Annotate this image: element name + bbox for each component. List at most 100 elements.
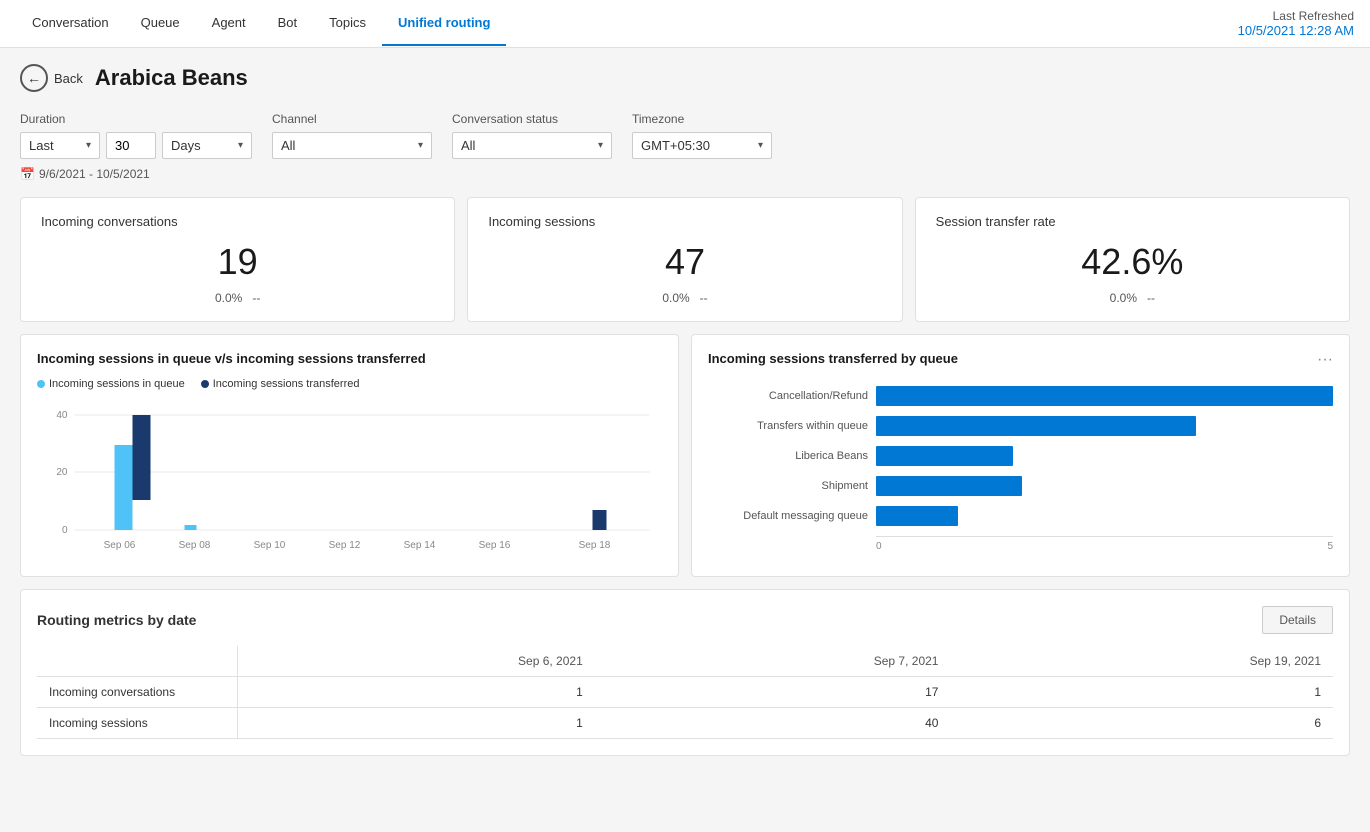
timezone-label: Timezone — [632, 112, 772, 126]
tab-conversation[interactable]: Conversation — [16, 1, 125, 46]
nav-tabs: Conversation Queue Agent Bot Topics Unif… — [16, 1, 506, 46]
tab-bot[interactable]: Bot — [262, 1, 314, 46]
duration-filter: Duration Last ▾ Days ▾ — [20, 112, 252, 159]
hbar-axis-0: 0 — [876, 541, 882, 552]
svg-text:Sep 10: Sep 10 — [254, 540, 286, 551]
legend-label-transferred: Incoming sessions transferred — [213, 378, 360, 390]
last-refreshed-section: Last Refreshed 10/5/2021 12:28 AM — [1238, 9, 1354, 38]
tab-queue[interactable]: Queue — [125, 1, 196, 46]
metric-pct: 0.0% — [662, 291, 689, 305]
bar-chart-svg: 40 20 0 — [37, 400, 662, 570]
duration-controls: Last ▾ Days ▾ — [20, 132, 252, 159]
row-val-sessions-sep6: 1 — [237, 708, 595, 739]
last-refreshed-label: Last Refreshed — [1238, 9, 1354, 23]
more-options-icon[interactable]: ··· — [1317, 351, 1333, 369]
page-title: Arabica Beans — [95, 65, 248, 91]
transfer-chart-title: Incoming sessions transferred by queue — [708, 351, 958, 366]
metric-sub: 0.0% -- — [41, 291, 434, 305]
hbar-label-cancellation: Cancellation/Refund — [708, 390, 868, 402]
bar-sep18-transferred — [593, 510, 607, 530]
hbar-label-shipment: Shipment — [708, 480, 868, 492]
hbar-track-transfers — [876, 416, 1333, 436]
hbar-axis: 0 5 — [708, 541, 1333, 552]
metric-title: Incoming sessions — [488, 214, 881, 229]
chevron-down-icon: ▾ — [238, 140, 243, 151]
main-content: ← Back Arabica Beans Duration Last ▾ Day… — [0, 48, 1370, 832]
row-val-sessions-sep7: 40 — [595, 708, 951, 739]
tab-topics[interactable]: Topics — [313, 1, 382, 46]
metric-card-incoming-sessions: Incoming sessions 47 0.0% -- — [467, 197, 902, 322]
chevron-down-icon: ▾ — [86, 140, 91, 151]
timezone-select[interactable]: GMT+05:30 ▾ — [632, 132, 772, 159]
channel-label: Channel — [272, 112, 432, 126]
col-header-label — [37, 646, 237, 677]
col-header-sep7: Sep 7, 2021 — [595, 646, 951, 677]
metric-title: Session transfer rate — [936, 214, 1329, 229]
metric-card-incoming-conversations: Incoming conversations 19 0.0% -- — [20, 197, 455, 322]
hbar-track-liberica — [876, 446, 1333, 466]
legend-transferred: Incoming sessions transferred — [201, 378, 360, 390]
channel-filter: Channel All ▾ — [272, 112, 432, 159]
back-icon: ← — [20, 64, 48, 92]
row-val-conversations-sep7: 17 — [595, 677, 951, 708]
table-row: Incoming sessions 1 40 6 — [37, 708, 1333, 739]
legend-label-in-queue: Incoming sessions in queue — [49, 378, 185, 390]
hbar-row-default: Default messaging queue — [708, 506, 1333, 526]
hbar-fill-liberica — [876, 446, 1013, 466]
routing-metrics-card: Routing metrics by date Details Sep 6, 2… — [20, 589, 1350, 756]
metric-sub: 0.0% -- — [936, 291, 1329, 305]
col-header-sep6: Sep 6, 2021 — [237, 646, 595, 677]
calendar-icon: 📅 — [20, 167, 35, 181]
hbar-track-cancellation — [876, 386, 1333, 406]
tab-unified-routing[interactable]: Unified routing — [382, 1, 506, 46]
row-val-conversations-sep6: 1 — [237, 677, 595, 708]
legend-dot-in-queue — [37, 380, 45, 388]
chevron-down-icon: ▾ — [418, 140, 423, 151]
status-label: Conversation status — [452, 112, 612, 126]
channel-select[interactable]: All ▾ — [272, 132, 432, 159]
top-navigation: Conversation Queue Agent Bot Topics Unif… — [0, 0, 1370, 48]
hbar-fill-default — [876, 506, 958, 526]
timezone-filter: Timezone GMT+05:30 ▾ — [632, 112, 772, 159]
last-refreshed-value: 10/5/2021 12:28 AM — [1238, 23, 1354, 38]
hbar-row-transfers: Transfers within queue — [708, 416, 1333, 436]
metric-value: 42.6% — [936, 241, 1329, 283]
routing-table-title: Routing metrics by date — [37, 612, 196, 628]
duration-unit-select[interactable]: Days ▾ — [162, 132, 252, 159]
hbar-label-liberica: Liberica Beans — [708, 450, 868, 462]
status-select[interactable]: All ▾ — [452, 132, 612, 159]
bar-sep06-transferred — [133, 415, 151, 500]
hbar-axis-5: 5 — [1327, 541, 1333, 552]
metric-trend: -- — [1147, 291, 1155, 305]
hbar-fill-shipment — [876, 476, 1022, 496]
status-filter: Conversation status All ▾ — [452, 112, 612, 159]
row-val-conversations-sep19: 1 — [950, 677, 1333, 708]
bar-sep06-in-queue — [115, 445, 133, 530]
hbar-row-shipment: Shipment — [708, 476, 1333, 496]
svg-text:Sep 18: Sep 18 — [579, 540, 611, 551]
details-button[interactable]: Details — [1262, 606, 1333, 634]
transfer-chart-card: Incoming sessions transferred by queue ·… — [691, 334, 1350, 577]
metrics-row: Incoming conversations 19 0.0% -- Incomi… — [20, 197, 1350, 322]
hbar-label-default: Default messaging queue — [708, 510, 868, 522]
chevron-down-icon: ▾ — [598, 140, 603, 151]
charts-row: Incoming sessions in queue v/s incoming … — [20, 334, 1350, 577]
duration-value-input[interactable] — [106, 132, 156, 159]
metric-card-session-transfer-rate: Session transfer rate 42.6% 0.0% -- — [915, 197, 1350, 322]
page-header: ← Back Arabica Beans — [20, 64, 1350, 92]
tab-agent[interactable]: Agent — [196, 1, 262, 46]
legend-in-queue: Incoming sessions in queue — [37, 378, 185, 390]
row-label-conversations: Incoming conversations — [37, 677, 237, 708]
hbar-row-liberica: Liberica Beans — [708, 446, 1333, 466]
svg-text:40: 40 — [56, 410, 68, 421]
back-button[interactable]: ← Back — [20, 64, 83, 92]
chevron-down-icon: ▾ — [758, 140, 763, 151]
metric-trend: -- — [700, 291, 708, 305]
duration-preset-select[interactable]: Last ▾ — [20, 132, 100, 159]
sessions-chart-title: Incoming sessions in queue v/s incoming … — [37, 351, 662, 366]
svg-text:Sep 06: Sep 06 — [104, 540, 136, 551]
duration-label: Duration — [20, 112, 252, 126]
sessions-bar-chart: 40 20 0 — [37, 400, 662, 560]
svg-text:20: 20 — [56, 467, 68, 478]
hbar-track-shipment — [876, 476, 1333, 496]
